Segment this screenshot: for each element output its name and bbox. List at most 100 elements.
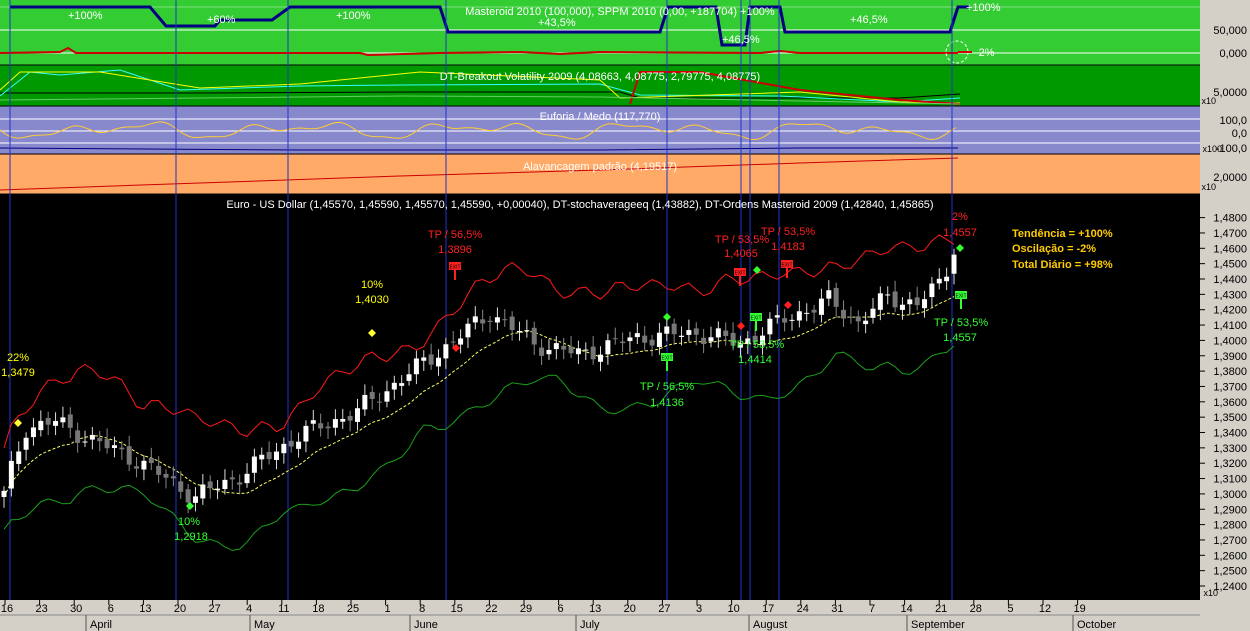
y-tick-label: 1,4300 <box>1213 289 1247 301</box>
main-title: Euro - US Dollar (1,45570, 1,45590, 1,45… <box>226 199 933 211</box>
candle-body <box>656 332 662 347</box>
candle-body <box>435 357 441 367</box>
candle-body <box>899 304 905 310</box>
x-tick-label: 7 <box>869 603 875 615</box>
candle-body <box>863 320 869 325</box>
candle-body <box>406 374 412 381</box>
candle-body <box>185 489 191 503</box>
annotation-price: 1,4414 <box>738 354 772 366</box>
candle-body <box>811 309 817 313</box>
candle-body <box>377 401 383 403</box>
month-label: August <box>753 619 787 631</box>
tick-label: 0,0 <box>1232 128 1247 140</box>
month-label: May <box>254 619 275 631</box>
candle-body <box>590 346 596 360</box>
candle-body <box>833 287 839 307</box>
candle-body <box>399 383 405 386</box>
candle-body <box>104 439 110 449</box>
x-tick-label: 15 <box>451 603 463 615</box>
y-tick-label: 1,4700 <box>1213 228 1247 240</box>
pct-label: +46,5% <box>850 14 888 26</box>
x-tick-label: 1 <box>385 603 391 615</box>
candle-body <box>303 425 309 442</box>
candle-body <box>222 479 228 490</box>
candle-body <box>296 441 302 449</box>
y-tick-label: 1,4100 <box>1213 320 1247 332</box>
candle-body <box>804 312 810 314</box>
candle-body <box>75 430 81 443</box>
candle-body <box>774 315 780 318</box>
x-tick-label: 29 <box>520 603 532 615</box>
x-tick-label: 4 <box>246 603 252 615</box>
y-tick-label: 1,2600 <box>1213 550 1247 562</box>
candle-body <box>627 337 633 342</box>
side-label: -2% <box>975 47 995 59</box>
candle-body <box>16 451 22 464</box>
candle-body <box>318 423 324 429</box>
candle-body <box>855 316 861 322</box>
candle-body <box>259 454 265 460</box>
x-tick-label: 6 <box>558 603 564 615</box>
exit-label: EXIT <box>449 265 460 271</box>
candle-body <box>892 291 898 308</box>
pct-label: +100% <box>336 10 371 22</box>
candle-body <box>443 344 449 359</box>
candle-body <box>907 299 913 305</box>
month-label: October <box>1077 619 1116 631</box>
candle-body <box>494 317 500 323</box>
candle-body <box>111 445 117 449</box>
candle-body <box>237 482 243 485</box>
candle-body <box>782 318 788 323</box>
annotation-pct: TP / 53,5% <box>730 339 784 351</box>
candle-body <box>517 330 523 333</box>
candle-body <box>126 446 132 465</box>
candle-body <box>391 382 397 390</box>
annotation-pct: TP / 56,5% <box>428 229 482 241</box>
candle-body <box>679 335 685 337</box>
annotation-pct: 2% <box>952 211 968 223</box>
candle-body <box>509 316 515 331</box>
y-tick-label: 1,4200 <box>1213 305 1247 317</box>
alavancagem-panel <box>0 154 1200 194</box>
masteroid-title: Masteroid 2010 (100,000), SPPM 2010 (0,0… <box>465 6 775 18</box>
candle-body <box>362 394 368 410</box>
alavancagem-title: Alavancagem padrão (4,19517) <box>523 161 677 173</box>
annotation-price: 1,3479 <box>1 367 35 379</box>
candle-body <box>465 323 471 338</box>
candle-body <box>458 338 464 345</box>
annotation-pct: TP / 56,5% <box>640 381 694 393</box>
candle-body <box>796 311 802 321</box>
x-tick-label: 12 <box>1039 603 1051 615</box>
candle-body <box>723 330 729 336</box>
candle-body <box>826 290 832 299</box>
annotation-price: 1,4183 <box>771 241 805 253</box>
oscilacao-label: Oscilação = -2% <box>1012 243 1096 255</box>
x-tick-label: 17 <box>762 603 774 615</box>
candle-body <box>266 452 272 460</box>
candle-body <box>156 465 162 475</box>
candle-body <box>332 419 338 428</box>
multiplier-label: x100 <box>1202 144 1222 154</box>
x-tick-label: 19 <box>1073 603 1085 615</box>
total-label: Total Diário = +98% <box>1012 259 1113 271</box>
y-tick-label: 1,2800 <box>1213 520 1247 532</box>
candle-body <box>384 391 390 402</box>
y-tick-label: 1,3500 <box>1213 412 1247 424</box>
y-tick-label: 1,4400 <box>1213 274 1247 286</box>
candle-body <box>634 333 640 338</box>
candle-body <box>598 354 604 362</box>
candle-body <box>664 326 670 334</box>
candle-body <box>620 341 626 344</box>
candle-body <box>649 339 655 346</box>
candle-body <box>67 414 73 428</box>
candle-body <box>119 447 125 450</box>
candle-body <box>134 466 140 469</box>
y-tick-label: 1,3900 <box>1213 351 1247 363</box>
annotation-price: 1,2918 <box>174 531 208 543</box>
y-tick-label: 1,3100 <box>1213 474 1247 486</box>
x-tick-label: 21 <box>935 603 947 615</box>
candle-body <box>671 323 677 335</box>
candle-body <box>178 481 184 492</box>
candle-body <box>38 420 44 431</box>
x-tick-label: 28 <box>970 603 982 615</box>
